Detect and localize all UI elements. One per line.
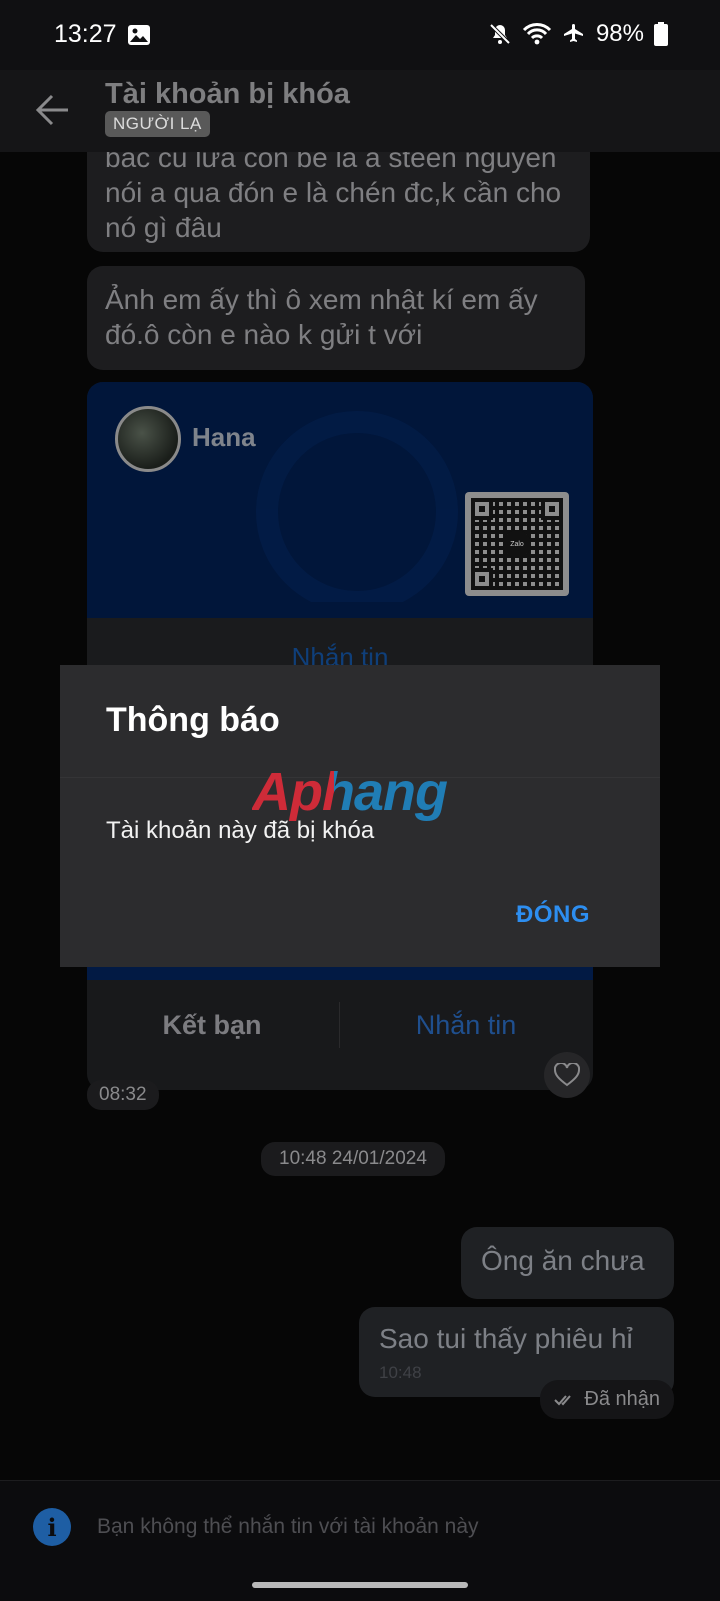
watermark-logo: Aphang: [252, 762, 448, 822]
message-button[interactable]: Nhắn tin: [341, 1010, 591, 1041]
outgoing-message-1-text: Ông ăn chưa: [481, 1245, 645, 1276]
notification-dialog: Thông báo Aphang Tài khoản này đã bị khó…: [60, 665, 660, 967]
status-bar: 13:27 98%: [0, 0, 720, 70]
incoming-message-2-text: Ảnh em ấy thì ô xem nhật kí em ấy đó.ô c…: [105, 284, 538, 350]
incoming-message-1-text: bác cũ lừa con bé là a steen nguyễn nói …: [105, 152, 562, 243]
add-friend-button[interactable]: Kết bạn: [87, 1010, 337, 1041]
message-status: Đã nhận: [540, 1380, 674, 1419]
chat-header: Tài khoản bị khóa NGƯỜI LẠ: [0, 70, 720, 152]
avatar: [115, 406, 181, 472]
dialog-message: Tài khoản này đã bị khóa: [106, 817, 375, 844]
incoming-time: 08:32: [87, 1080, 159, 1110]
battery-icon: [654, 22, 668, 46]
close-button[interactable]: ĐÓNG: [516, 901, 590, 929]
zalo-logo: Zalo: [503, 530, 531, 558]
airplane-icon: [563, 24, 583, 42]
message-status-text: Đã nhận: [584, 1388, 660, 1410]
wifi-icon: [522, 23, 552, 45]
react-button[interactable]: [544, 1052, 590, 1098]
outgoing-message-1[interactable]: Ông ăn chưa: [461, 1227, 674, 1299]
gallery-icon: [128, 25, 150, 45]
back-arrow-icon[interactable]: [30, 88, 74, 132]
contact-card-banner: Hana Zalo: [87, 382, 593, 618]
contact-name: Hana: [192, 422, 256, 452]
status-time: 13:27: [54, 20, 117, 48]
qr-code[interactable]: Zalo: [465, 492, 569, 596]
mute-icon: [489, 23, 511, 45]
blocked-notice: Bạn không thể nhắn tin với tài khoản này: [97, 1515, 479, 1538]
home-indicator[interactable]: [252, 1582, 468, 1588]
stranger-badge: NGƯỜI LẠ: [105, 111, 210, 137]
incoming-message-1[interactable]: bác cũ lừa con bé là a steen nguyễn nói …: [87, 152, 590, 252]
heart-icon: [554, 1063, 580, 1087]
card-action-divider: [339, 1002, 340, 1048]
battery-level: 98%: [595, 20, 644, 47]
info-icon: i: [33, 1508, 71, 1546]
outgoing-message-2-text: Sao tui thấy phiêu hỉ: [379, 1323, 633, 1354]
card-background-decoration: [256, 411, 458, 602]
card-actions: Kết bạn Nhắn tin: [87, 980, 593, 1090]
chat-title: Tài khoản bị khóa: [105, 78, 350, 110]
double-check-icon: [554, 1394, 572, 1405]
date-separator: 10:48 24/01/2024: [261, 1142, 445, 1176]
dialog-title: Thông báo: [106, 701, 280, 739]
incoming-message-2[interactable]: Ảnh em ấy thì ô xem nhật kí em ấy đó.ô c…: [87, 266, 585, 370]
